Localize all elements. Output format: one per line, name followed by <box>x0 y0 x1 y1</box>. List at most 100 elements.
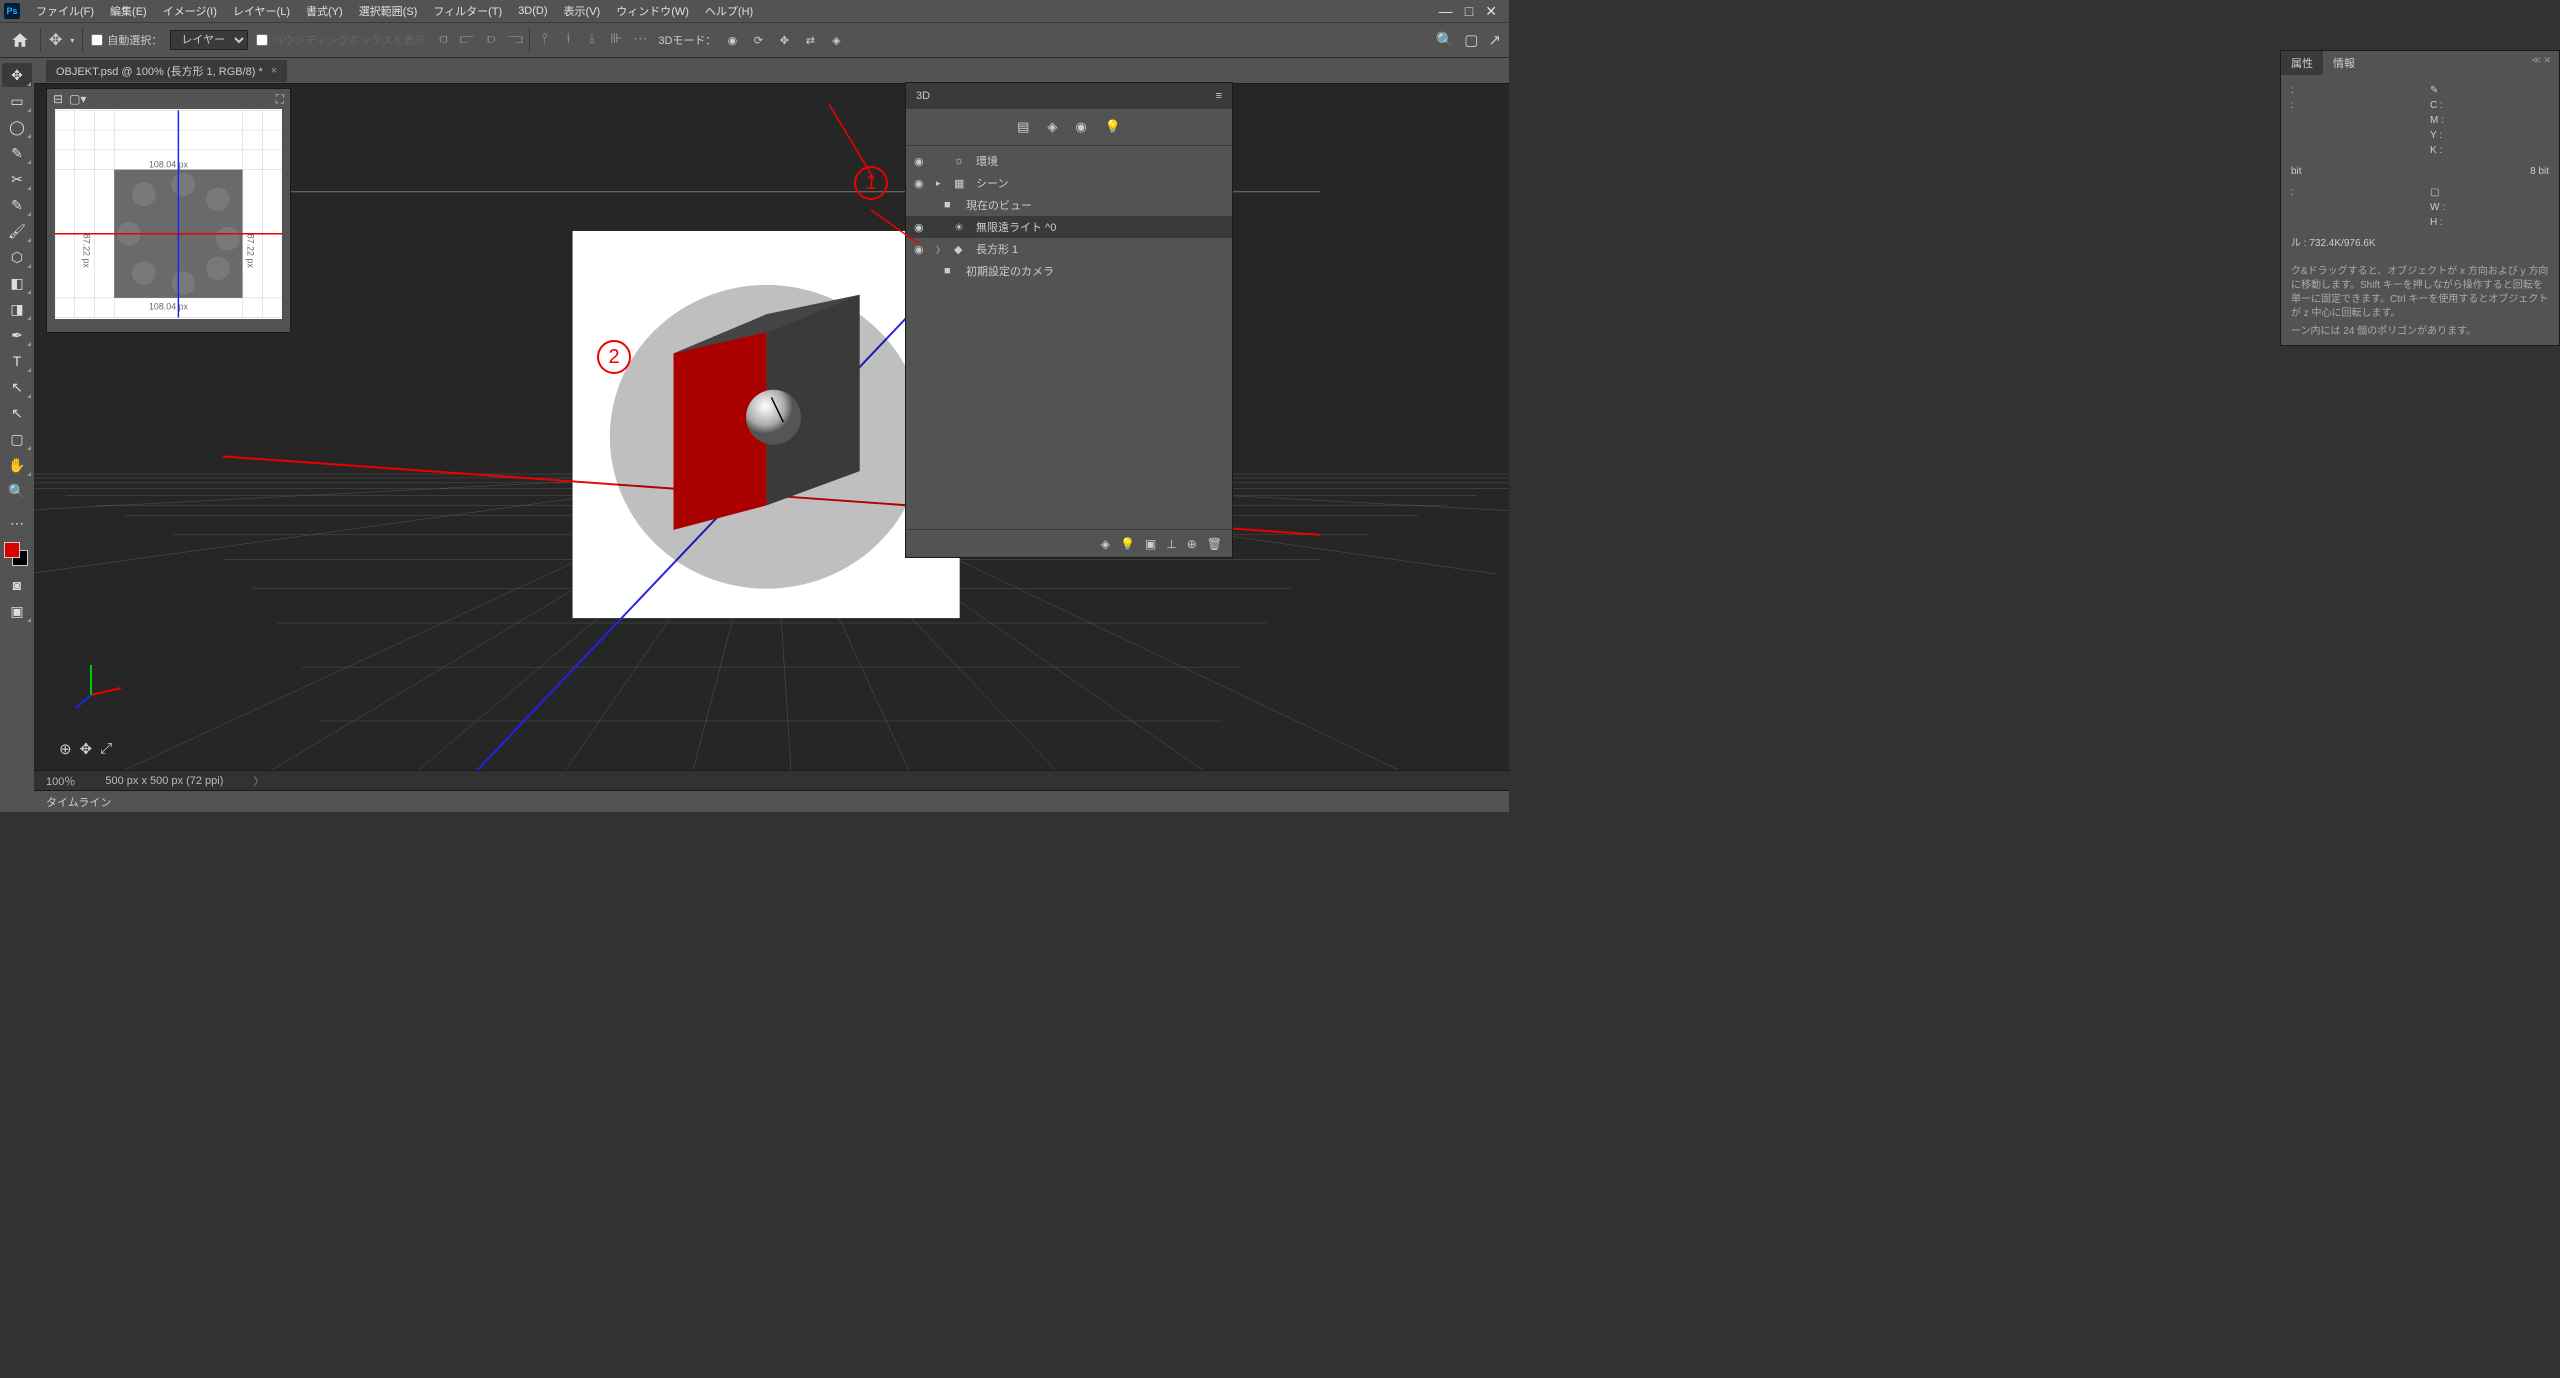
status-arrow-icon[interactable]: 〉 <box>253 773 264 789</box>
eye-icon[interactable]: ◉ <box>914 221 928 234</box>
delete-icon[interactable]: 🗑 <box>1207 537 1222 551</box>
panel-3d[interactable]: 3D ≡ ▤ ◈ ◉ 💡 ◉ ☼ 環境 ◉ ▸ ▦ シーン ■ 現在のビュー ◉… <box>905 82 1233 558</box>
share-icon[interactable]: ↗ <box>1488 31 1501 49</box>
eye-icon[interactable]: ◉ <box>914 243 928 256</box>
search-icon[interactable]: 🔍 <box>1436 31 1455 49</box>
nav-expand-icon[interactable]: ⛶ <box>276 92 284 107</box>
direct-select-tool[interactable]: ↖ <box>2 401 32 425</box>
artboard-icon[interactable]: ▢ <box>1464 31 1478 49</box>
info-panel[interactable]: 属性 情報 ≪ ✕ : : ✎ C : M : Y : K : bit 8 bi… <box>2280 50 2560 346</box>
filter-mesh-icon[interactable]: ◈ <box>1047 119 1057 135</box>
align-right-icon[interactable]: ⫐ <box>481 28 501 48</box>
tree-item-current-view[interactable]: ■ 現在のビュー <box>906 194 1232 216</box>
home-icon[interactable] <box>8 28 32 52</box>
menu-image[interactable]: イメージ(I) <box>155 1 225 21</box>
scale-icon[interactable]: ◈ <box>826 30 846 50</box>
layer-select[interactable]: レイヤー <box>170 30 248 50</box>
tree-item-rectangle[interactable]: ◉ 〉 ◆ 長方形 1 <box>906 238 1232 260</box>
close-tab-icon[interactable]: × <box>271 65 277 77</box>
navigator-preview[interactable]: 108.04 px 108.04 px 87.22 px 87.22 px <box>55 109 282 319</box>
align-bottom-icon[interactable]: ⫰ <box>582 28 602 48</box>
menu-edit[interactable]: 編集(E) <box>102 1 155 21</box>
canvas-3d-viewport[interactable]: ⊟ ▢▾ ⛶ <box>34 84 1509 770</box>
zoom-tool[interactable]: 🔍 <box>2 479 32 503</box>
nav-window-icon[interactable]: ▢▾ <box>69 92 86 106</box>
move-tool[interactable]: ✥ <box>2 63 32 87</box>
eye-icon[interactable]: ◉ <box>914 177 928 190</box>
menu-select[interactable]: 選択範囲(S) <box>351 1 426 21</box>
zoom-level[interactable]: 100％ <box>46 773 75 789</box>
rectangle-tool[interactable]: ▢ <box>2 427 32 451</box>
menu-type[interactable]: 書式(Y) <box>298 1 351 21</box>
pen-tool[interactable]: ✒ <box>2 323 32 347</box>
crop-tool[interactable]: ✂ <box>2 167 32 191</box>
align-top-icon[interactable]: ⫯ <box>534 28 554 48</box>
marquee-tool[interactable]: ▭ <box>2 89 32 113</box>
render-icon[interactable]: ▣ <box>1145 537 1156 551</box>
timeline-panel[interactable]: タイムライン <box>34 790 1509 812</box>
panel-menu-icon[interactable]: ≡ <box>1216 90 1222 102</box>
doc-dimensions[interactable]: 500 px x 500 px (72 ppi) <box>105 775 223 787</box>
ground-icon[interactable]: ⊥ <box>1166 537 1176 551</box>
close-icon[interactable]: ✕ <box>1485 3 1497 20</box>
orbit-icon[interactable]: ◉ <box>722 30 742 50</box>
more-icon[interactable]: ⋯ <box>630 28 650 48</box>
orbit-view-icon[interactable]: ⊕ <box>59 740 72 758</box>
new-mesh-icon[interactable]: ◈ <box>1101 537 1110 551</box>
edit-toolbar[interactable]: ⋯ <box>2 511 32 535</box>
align-center-h-icon[interactable]: ⫍ <box>457 28 477 48</box>
screen-mode[interactable]: ▣ <box>2 599 32 623</box>
rotate-icon[interactable]: ⟳ <box>748 30 768 50</box>
brush-tool[interactable]: 🖌 <box>2 219 32 243</box>
quick-mask[interactable]: ◙ <box>2 573 32 597</box>
fg-color[interactable] <box>4 542 20 558</box>
menu-layer[interactable]: レイヤー(L) <box>225 1 298 21</box>
menu-3d[interactable]: 3D(D) <box>510 3 555 19</box>
eye-icon[interactable]: ◉ <box>914 155 928 168</box>
tree-item-scene[interactable]: ◉ ▸ ▦ シーン <box>906 172 1232 194</box>
filter-material-icon[interactable]: ◉ <box>1075 119 1086 135</box>
align-middle-icon[interactable]: ⫮ <box>558 28 578 48</box>
clone-tool[interactable]: ⬡ <box>2 245 32 269</box>
slide-icon[interactable]: ⇄ <box>800 30 820 50</box>
type-tool[interactable]: T <box>2 349 32 373</box>
pan-icon[interactable]: ✥ <box>774 30 794 50</box>
tree-item-default-camera[interactable]: ■ 初期設定のカメラ <box>906 260 1232 282</box>
filter-scene-icon[interactable]: ▤ <box>1017 119 1029 135</box>
new-icon[interactable]: ⊕ <box>1187 537 1197 551</box>
tree-item-infinite-light[interactable]: ◉ ☀ 無限遠ライト ^0 <box>906 216 1232 238</box>
lasso-tool[interactable]: ◯ <box>2 115 32 139</box>
minimize-icon[interactable]: — <box>1439 3 1453 20</box>
navigator-panel[interactable]: ⊟ ▢▾ ⛶ <box>46 88 291 333</box>
eraser-tool[interactable]: ◧ <box>2 271 32 295</box>
nav-collapse-icon[interactable]: ⊟ <box>53 92 63 106</box>
filter-light-icon[interactable]: 💡 <box>1105 119 1121 135</box>
align-left-icon[interactable]: ⫏ <box>433 28 453 48</box>
close-panel-icon[interactable]: ≪ ✕ <box>2524 51 2559 75</box>
quick-select-tool[interactable]: ✎ <box>2 141 32 165</box>
panel-3d-header[interactable]: 3D ≡ <box>906 83 1232 109</box>
new-light-icon[interactable]: 💡 <box>1120 537 1135 551</box>
expand-icon[interactable]: 〉 <box>936 243 946 256</box>
align-stretch-icon[interactable]: ⫎ <box>505 28 525 48</box>
auto-select-checkbox[interactable] <box>91 34 103 46</box>
move-tool-icon[interactable]: ✥ <box>49 30 62 50</box>
color-swatches[interactable] <box>4 542 28 566</box>
menu-view[interactable]: 表示(V) <box>556 1 609 21</box>
menu-file[interactable]: ファイル(F) <box>28 1 102 21</box>
tree-item-environment[interactable]: ◉ ☼ 環境 <box>906 150 1232 172</box>
expand-icon[interactable]: ▸ <box>936 178 946 189</box>
tab-info[interactable]: 情報 <box>2323 51 2365 75</box>
document-tab[interactable]: OBJEKT.psd @ 100% (長方形 1, RGB/8) * × <box>46 60 287 82</box>
distribute-icon[interactable]: ⊪ <box>606 28 626 48</box>
pan-view-icon[interactable]: ✥ <box>80 740 93 758</box>
maximize-icon[interactable]: □ <box>1465 3 1473 20</box>
hand-tool[interactable]: ✋ <box>2 453 32 477</box>
menu-window[interactable]: ウィンドウ(W) <box>608 1 697 21</box>
menu-filter[interactable]: フィルター(T) <box>425 1 510 21</box>
roll-view-icon[interactable]: ⤢ <box>100 740 112 758</box>
eyedropper-tool[interactable]: ✎ <box>2 193 32 217</box>
menu-help[interactable]: ヘルプ(H) <box>697 1 761 21</box>
tab-properties[interactable]: 属性 <box>2281 51 2323 75</box>
path-tool[interactable]: ↖ <box>2 375 32 399</box>
